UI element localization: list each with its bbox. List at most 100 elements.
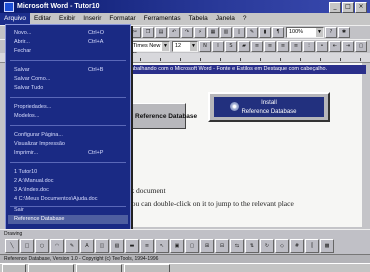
justify-icon[interactable]: ≡: [290, 41, 302, 52]
window-controls: _ □ ×: [329, 2, 367, 13]
word-app-icon[interactable]: [4, 1, 14, 12]
paste-icon[interactable]: ▤: [155, 27, 167, 38]
picture-icon[interactable]: ▩: [320, 239, 334, 253]
install-button[interactable]: Install Reference Database: [208, 92, 330, 122]
freeform-icon[interactable]: ✎: [65, 239, 79, 253]
menu-tabela[interactable]: Tabela: [185, 13, 212, 25]
drawing-toolbar: Drawing ╲ □ ○ ◠ ✎ A ◫ ▧ ▬ ≡ ↖ ▣ ▢ ⊞ ⊟ ⇆ …: [0, 229, 370, 255]
minimize-button[interactable]: _: [329, 2, 341, 13]
maximize-button[interactable]: □: [342, 2, 354, 13]
drawing-icon[interactable]: ✎: [246, 27, 258, 38]
line-color-icon[interactable]: ▬: [125, 239, 139, 253]
document-banner: Trabalhando com o Microsoft Word - Fonte…: [120, 65, 366, 74]
menu-item-close[interactable]: Fechar: [14, 48, 31, 54]
snap-grid-icon[interactable]: #: [290, 239, 304, 253]
bring-front-icon[interactable]: ▣: [170, 239, 184, 253]
document-text-line: you can double-click on it to jump to th…: [128, 199, 294, 208]
line-style-icon[interactable]: ≡: [140, 239, 154, 253]
chevron-down-icon[interactable]: ▼: [190, 42, 197, 51]
send-back-icon[interactable]: ▢: [185, 239, 199, 253]
menu-item-recent-3[interactable]: 3 A:\Index.doc: [14, 187, 49, 193]
title-bar: Microsoft Word - Tutor10 _ □ ×: [0, 0, 370, 13]
tip-wizard-icon[interactable]: ✱: [338, 27, 350, 38]
menu-item-print[interactable]: Imprimir...: [14, 150, 38, 156]
zoom-combo[interactable]: 100% ▼: [286, 27, 324, 38]
menu-item-recent-4[interactable]: 4 C:\Meus Documentos\Ajuda.doc: [14, 196, 97, 202]
rectangle-icon[interactable]: □: [20, 239, 34, 253]
menu-item-save-all[interactable]: Salvar Tudo: [14, 85, 43, 91]
fill-color-icon[interactable]: ▧: [110, 239, 124, 253]
align-right-icon[interactable]: ≡: [277, 41, 289, 52]
menu-separator: [10, 206, 126, 207]
menu-item-recent-2[interactable]: 2 A:\Manual.doc: [14, 178, 53, 184]
align-center-icon[interactable]: ≡: [264, 41, 276, 52]
copy-icon[interactable]: ❐: [142, 27, 154, 38]
bullets-icon[interactable]: •: [316, 41, 328, 52]
start-button[interactable]: [2, 264, 26, 272]
select-icon[interactable]: ↖: [155, 239, 169, 253]
taskbar-item[interactable]: [124, 264, 170, 272]
menu-shortcut: Ctrl+A: [88, 39, 104, 45]
menu-separator: [10, 162, 126, 163]
menu-item-recent-1[interactable]: 1 Tutor10: [14, 169, 37, 175]
help-icon[interactable]: ?: [325, 27, 337, 38]
group-icon[interactable]: ⊞: [200, 239, 214, 253]
redo-icon[interactable]: ↷: [181, 27, 193, 38]
menu-item-print-preview[interactable]: Visualizar Impressão: [14, 141, 65, 147]
menu-item-save[interactable]: Salvar: [14, 67, 30, 73]
menu-item-templates[interactable]: Modelos...: [14, 113, 39, 119]
underline-icon[interactable]: S: [225, 41, 237, 52]
callout-icon[interactable]: ◫: [95, 239, 109, 253]
indent-icon[interactable]: ⇥: [342, 41, 354, 52]
chevron-down-icon[interactable]: ▼: [162, 42, 169, 51]
chart-icon[interactable]: ▮: [259, 27, 271, 38]
font-combo[interactable]: Times New Roman▼: [130, 41, 170, 58]
text-box-icon[interactable]: A: [80, 239, 94, 253]
menu-help[interactable]: ?: [239, 13, 251, 25]
close-button[interactable]: ×: [355, 2, 367, 13]
ellipse-icon[interactable]: ○: [35, 239, 49, 253]
reshape-icon[interactable]: ◇: [275, 239, 289, 253]
menu-item-page-setup[interactable]: Configurar Página...: [14, 132, 63, 138]
autoformat-icon[interactable]: ⚡: [194, 27, 206, 38]
menu-shortcut: Ctrl+O: [88, 30, 105, 36]
flip-vertical-icon[interactable]: ⇅: [245, 239, 259, 253]
font-size-value: 12: [175, 43, 182, 49]
menu-item-reference-database[interactable]: Reference Database: [8, 215, 128, 224]
highlight-icon[interactable]: ▰: [238, 41, 250, 52]
font-size-combo[interactable]: 12 ▼: [172, 41, 198, 52]
menu-item-new[interactable]: Novo...: [14, 30, 31, 36]
taskbar-item[interactable]: [28, 264, 74, 272]
menu-shortcut: Ctrl+P: [88, 150, 104, 156]
menu-item-reference-database-label: Reference Database: [14, 216, 65, 222]
ungroup-icon[interactable]: ⊟: [215, 239, 229, 253]
menu-item-properties[interactable]: Propriedades...: [14, 104, 51, 110]
menu-item-exit[interactable]: Sair: [14, 207, 24, 213]
excel-icon[interactable]: ▥: [220, 27, 232, 38]
window-title: Microsoft Word - Tutor10: [17, 3, 100, 10]
menu-shortcut: Ctrl+B: [88, 67, 104, 73]
bold-icon[interactable]: N: [199, 41, 211, 52]
menu-separator: [10, 125, 126, 126]
chevron-down-icon[interactable]: ▼: [316, 28, 323, 37]
align-left-icon[interactable]: ≡: [251, 41, 263, 52]
taskbar: [0, 263, 370, 272]
borders-icon[interactable]: ▢: [355, 41, 367, 52]
outdent-icon[interactable]: ⇤: [329, 41, 341, 52]
columns-icon[interactable]: ▯: [233, 27, 245, 38]
table-icon[interactable]: ▦: [207, 27, 219, 38]
menu-janela[interactable]: Janela: [212, 13, 239, 25]
undo-icon[interactable]: ↶: [168, 27, 180, 38]
align-icon[interactable]: ⫿: [305, 239, 319, 253]
menu-ferramentas[interactable]: Ferramentas: [140, 13, 185, 25]
line-icon[interactable]: ╲: [5, 239, 19, 253]
flip-horizontal-icon[interactable]: ⇆: [230, 239, 244, 253]
menu-item-open[interactable]: Abrir...: [14, 39, 30, 45]
numbering-icon[interactable]: ⁝: [303, 41, 315, 52]
arc-icon[interactable]: ◠: [50, 239, 64, 253]
rotate-icon[interactable]: ↻: [260, 239, 274, 253]
menu-item-save-as[interactable]: Salvar Como...: [14, 76, 50, 82]
taskbar-item[interactable]: [76, 264, 122, 272]
show-all-icon[interactable]: ¶: [272, 27, 284, 38]
italic-icon[interactable]: I: [212, 41, 224, 52]
